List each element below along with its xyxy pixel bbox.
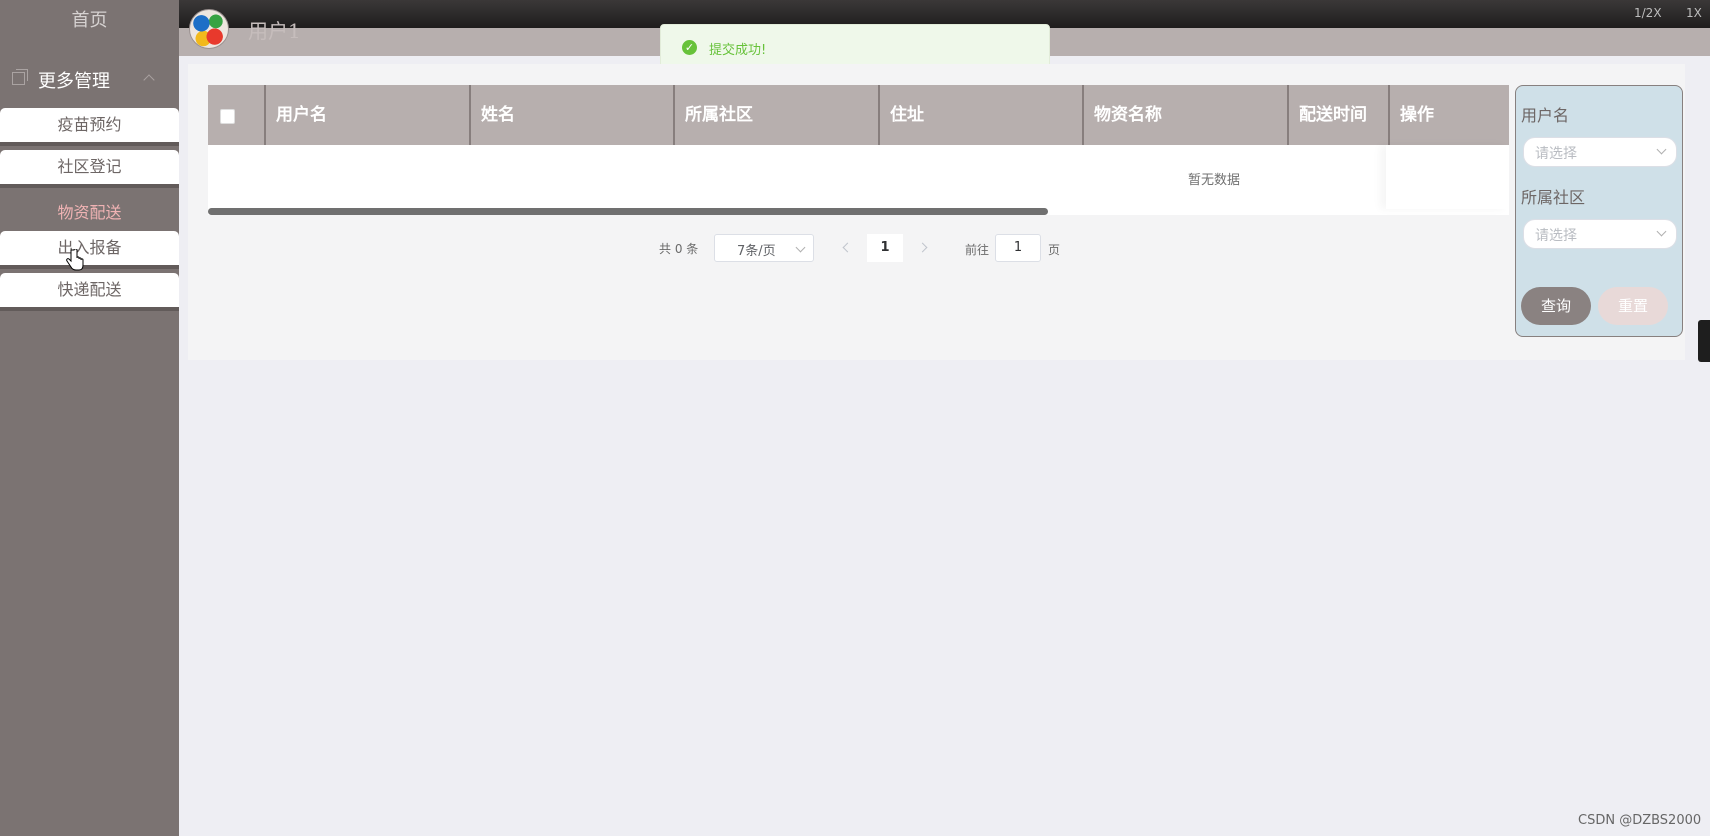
column-header-address[interactable]: 住址 bbox=[878, 85, 1082, 145]
sidebar-item-supply-delivery[interactable]: 物资配送 bbox=[0, 196, 179, 230]
empty-text: 暂无数据 bbox=[1188, 173, 1241, 188]
current-page[interactable]: 1 bbox=[867, 234, 903, 262]
goto-suffix: 页 bbox=[1048, 243, 1061, 257]
sidebar-group-label: 更多管理 bbox=[38, 71, 110, 92]
query-button[interactable]: 查询 bbox=[1521, 287, 1591, 325]
chevron-down-icon bbox=[795, 242, 806, 253]
column-header-delivery-time[interactable]: 配送时间 bbox=[1287, 85, 1388, 145]
zoom-one-button[interactable]: 1X bbox=[1686, 6, 1702, 20]
filter-username-placeholder: 请选择 bbox=[1535, 146, 1577, 162]
data-table: 用户名 姓名 所属社区 住址 物资名称 配送时间 操作 暂无数据 bbox=[208, 85, 1509, 215]
toast-message: 提交成功! bbox=[709, 43, 767, 58]
fixed-actions-column bbox=[1386, 145, 1509, 209]
sidebar-item-community-register[interactable]: 社区登记 bbox=[0, 150, 179, 184]
chevron-right-icon bbox=[917, 242, 928, 253]
sidebar-item-entry-exit-report[interactable]: 出入报备 bbox=[0, 231, 179, 265]
column-header-username[interactable]: 用户名 bbox=[264, 85, 469, 145]
table-header: 用户名 姓名 所属社区 住址 物资名称 配送时间 操作 bbox=[208, 85, 1509, 145]
header-username: 用户1 bbox=[248, 19, 301, 43]
check-circle-icon: ✓ bbox=[682, 40, 697, 55]
column-header-actions: 操作 bbox=[1388, 85, 1509, 145]
goto-label: 前往 bbox=[965, 243, 990, 257]
prev-page-button[interactable] bbox=[830, 234, 862, 262]
column-header-name[interactable]: 姓名 bbox=[469, 85, 673, 145]
chevron-down-icon bbox=[1656, 144, 1667, 155]
sidebar-group-more-management[interactable]: 更多管理 bbox=[10, 66, 170, 92]
filter-community-select[interactable]: 请选择 bbox=[1523, 219, 1677, 249]
filter-community-label: 所属社区 bbox=[1521, 188, 1586, 207]
copy-icon bbox=[12, 69, 28, 85]
filter-username-select[interactable]: 请选择 bbox=[1523, 137, 1677, 167]
sidebar: 首页 更多管理 疫苗预约 社区登记 物资配送 出入报备 快递配送 bbox=[0, 0, 179, 836]
sidebar-item-vaccine-booking[interactable]: 疫苗预约 bbox=[0, 108, 179, 142]
filter-username-label: 用户名 bbox=[1521, 106, 1570, 125]
reset-button[interactable]: 重置 bbox=[1598, 287, 1668, 325]
select-all-column bbox=[208, 85, 264, 145]
zoom-half-button[interactable]: 1/2X bbox=[1634, 6, 1662, 20]
chevron-down-icon bbox=[1656, 226, 1667, 237]
chevron-left-icon bbox=[842, 242, 853, 253]
user-avatar[interactable] bbox=[189, 9, 229, 49]
next-page-button[interactable] bbox=[909, 234, 941, 262]
sidebar-item-express-delivery[interactable]: 快递配送 bbox=[0, 273, 179, 307]
filter-community-placeholder: 请选择 bbox=[1535, 228, 1577, 244]
sidebar-home[interactable]: 首页 bbox=[0, 6, 179, 32]
goto-page-input[interactable]: 1 bbox=[995, 234, 1041, 262]
watermark: CSDN @DZBS2000 bbox=[1578, 813, 1702, 828]
chevron-up-icon bbox=[143, 74, 155, 86]
column-header-community[interactable]: 所属社区 bbox=[673, 85, 878, 145]
side-drawer-handle[interactable] bbox=[1698, 320, 1710, 362]
filter-panel: 用户名 请选择 所属社区 请选择 查询 重置 bbox=[1515, 85, 1683, 337]
hand-cursor-icon bbox=[66, 249, 84, 271]
select-all-checkbox[interactable] bbox=[220, 109, 235, 124]
pagination-total: 共 0 条 bbox=[659, 242, 699, 256]
page-size-select[interactable]: 7条/页 bbox=[714, 234, 814, 262]
column-header-supply-name[interactable]: 物资名称 bbox=[1082, 85, 1287, 145]
page-size-value: 7条/页 bbox=[737, 244, 776, 259]
horizontal-scrollbar[interactable] bbox=[208, 208, 1048, 215]
